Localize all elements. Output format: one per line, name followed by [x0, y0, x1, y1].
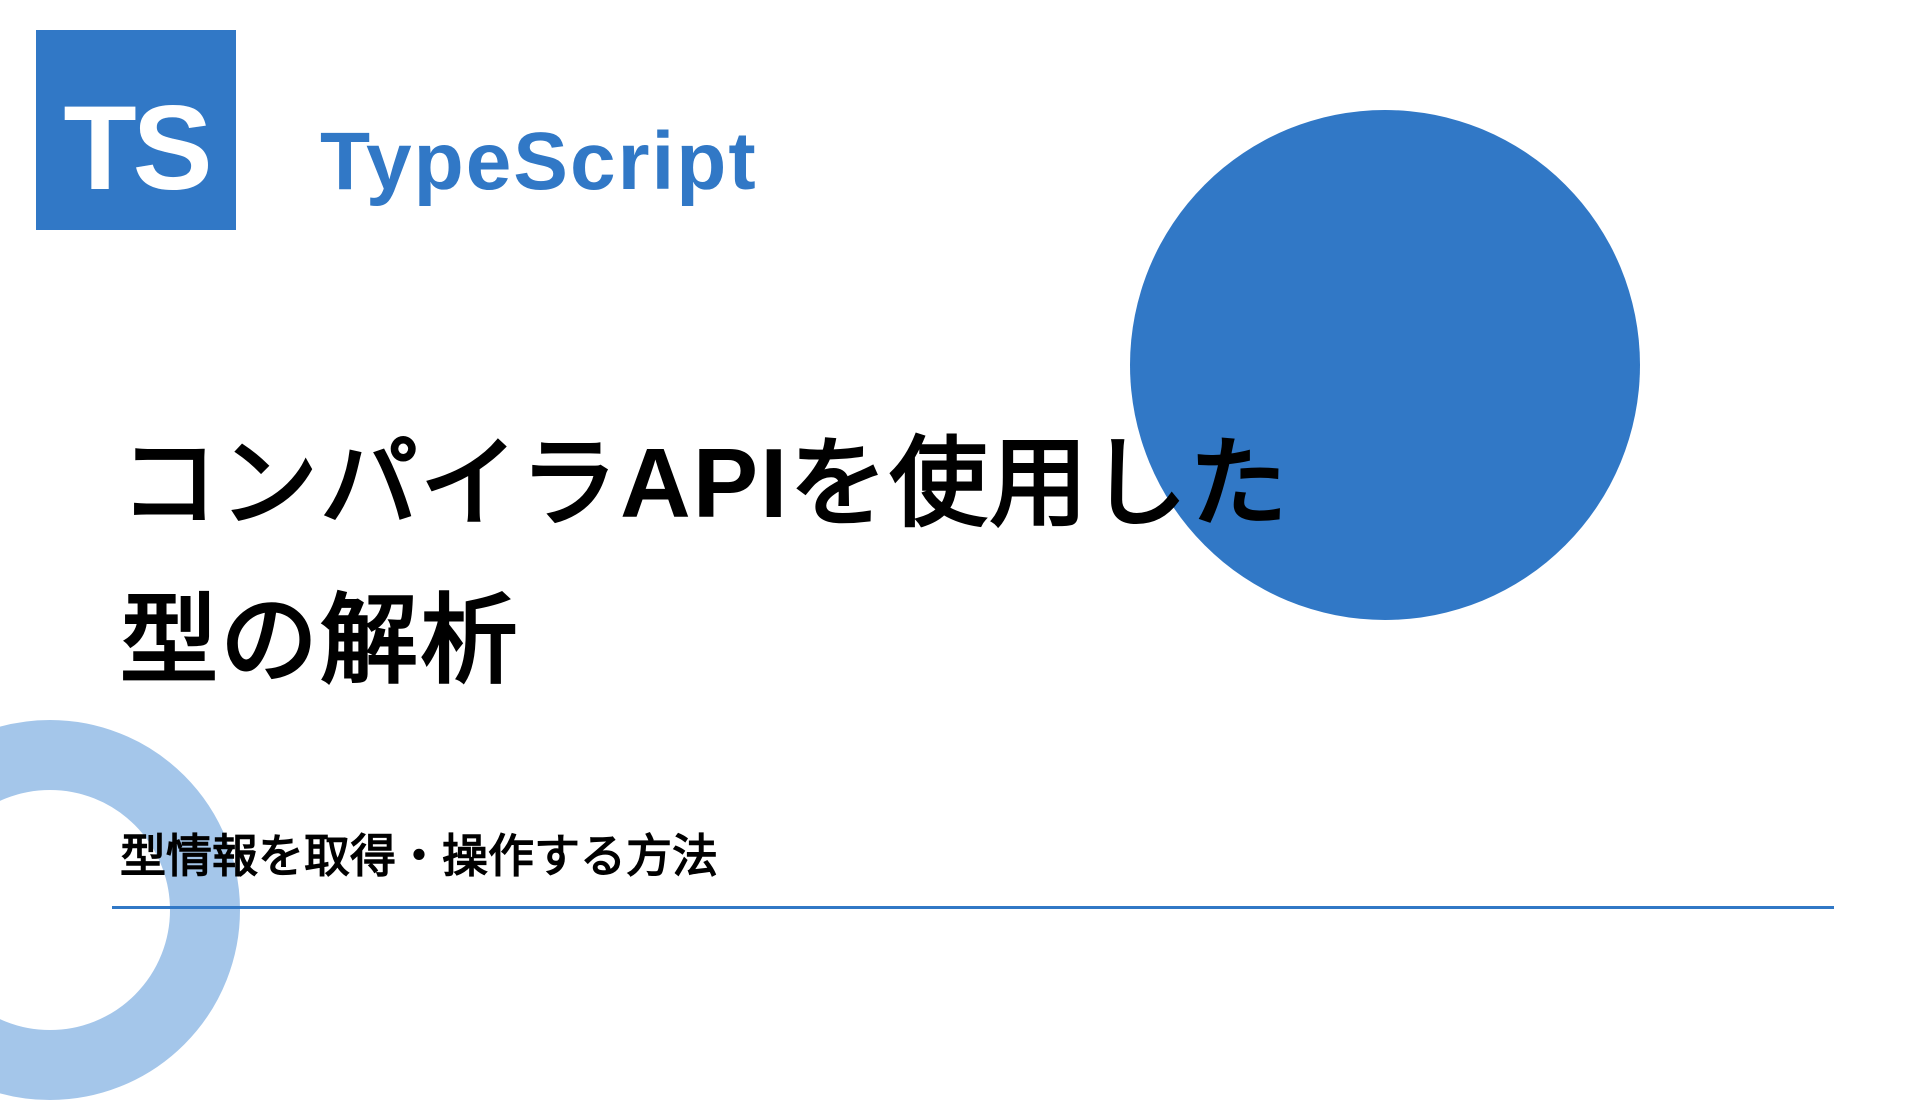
typescript-logo: TS: [36, 30, 236, 230]
brand-name: TypeScript: [320, 115, 758, 209]
horizontal-divider: [112, 906, 1834, 909]
slide-title: コンパイラAPIを使用した 型の解析: [120, 405, 1289, 719]
logo-text: TS: [63, 88, 208, 208]
decorative-ring: [0, 720, 240, 1100]
title-line-1: コンパイラAPIを使用した: [120, 405, 1289, 562]
slide-subtitle: 型情報を取得・操作する方法: [120, 820, 718, 886]
title-line-2: 型の解析: [120, 562, 1289, 719]
